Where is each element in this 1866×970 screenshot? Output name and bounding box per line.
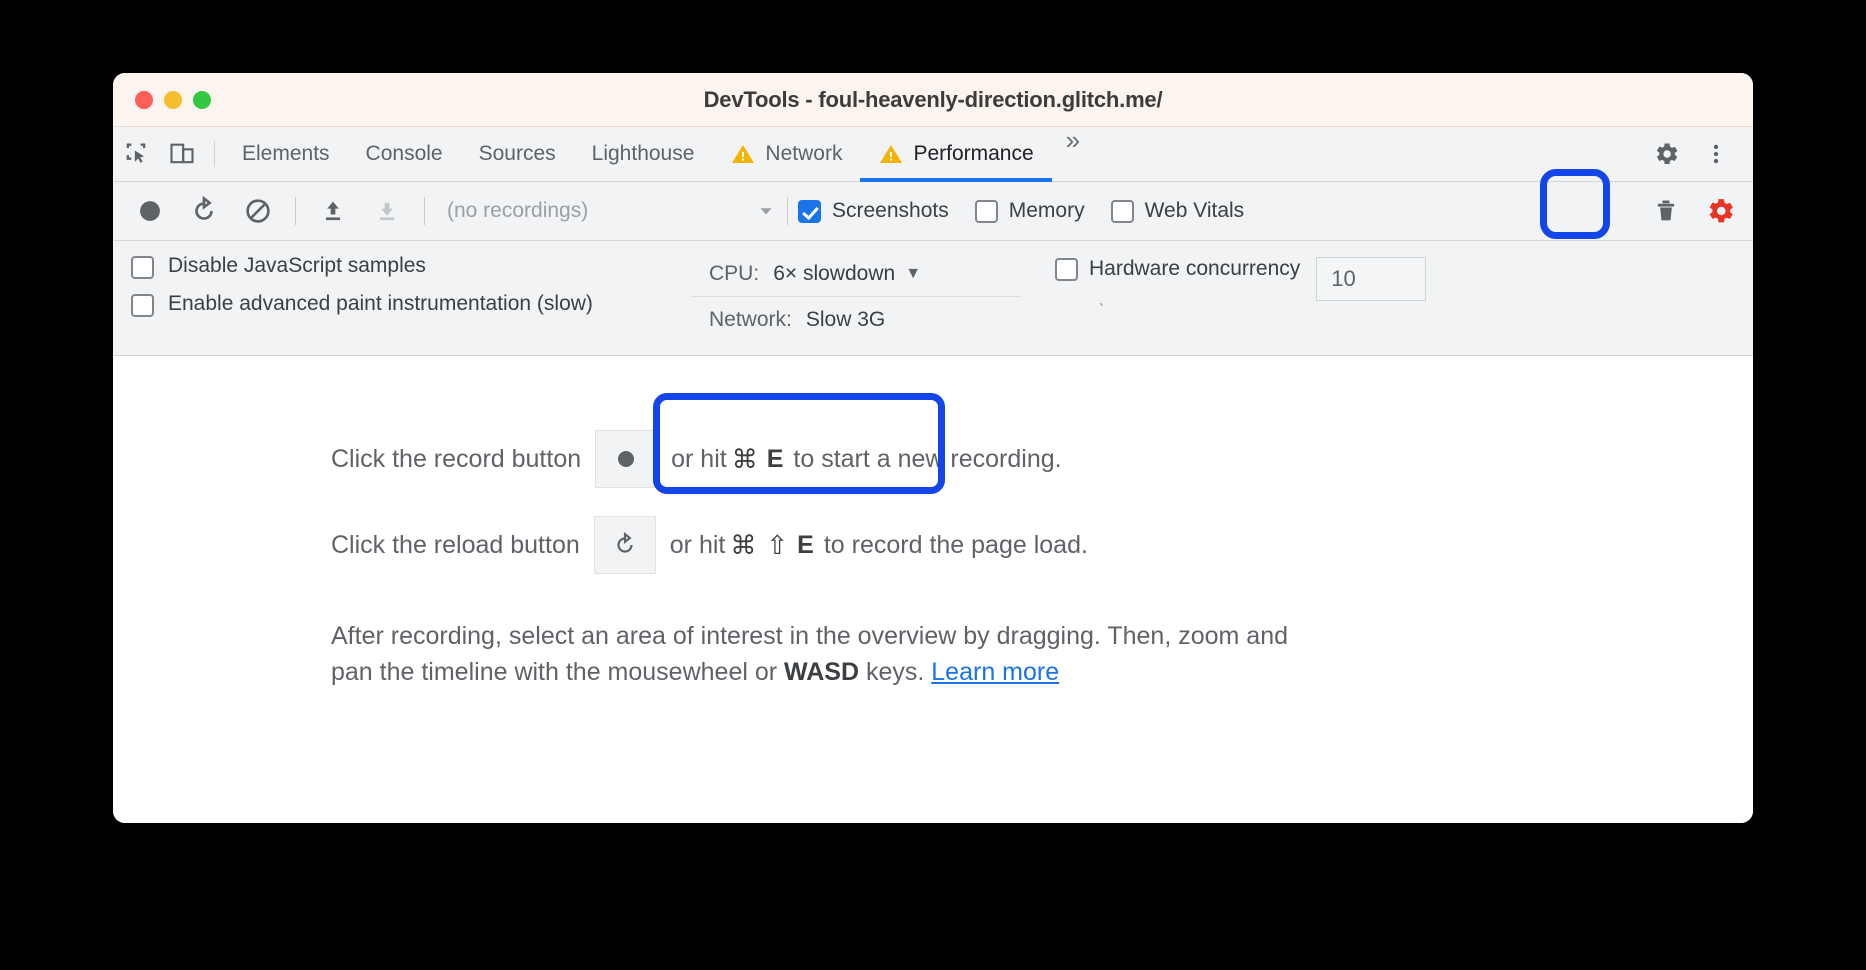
throttling-tick-mark: ˋ <box>1098 301 1105 323</box>
tab-lighthouse[interactable]: Lighthouse <box>574 127 713 181</box>
checkbox-memory[interactable]: Memory <box>974 199 1085 223</box>
checkbox-label: Hardware concurrency <box>1089 257 1301 280</box>
record-button[interactable] <box>123 188 177 234</box>
key-letter: E <box>797 530 814 559</box>
network-label: Network: <box>709 307 792 331</box>
checkbox-web-vitals[interactable]: Web Vitals <box>1110 199 1245 223</box>
hint-reload-suffix: to record the page load. <box>823 530 1088 559</box>
devtools-window: DevTools - foul-heavenly-direction.glitc… <box>113 73 1753 823</box>
checkbox-box <box>1055 257 1078 281</box>
key-shift: ⇧ <box>766 529 789 560</box>
trash-icon[interactable] <box>1639 188 1693 234</box>
traffic-lights <box>135 90 211 109</box>
maximize-window-button[interactable] <box>193 90 211 109</box>
checkbox-box <box>798 199 821 223</box>
warning-triangle-icon <box>878 142 904 166</box>
cpu-value: 6× slowdown <box>773 261 896 285</box>
load-profile-icon[interactable] <box>306 188 360 234</box>
toolbar-divider <box>295 197 296 225</box>
chevron-down-icon: ▼ <box>905 264 922 282</box>
tab-console[interactable]: Console <box>348 127 461 181</box>
tab-network[interactable]: Network <box>712 127 860 181</box>
reload-and-record-button[interactable] <box>177 188 231 234</box>
close-window-button[interactable] <box>135 90 153 109</box>
hardware-concurrency-input[interactable]: 10 <box>1316 257 1427 301</box>
toolbar-divider-3 <box>787 197 788 225</box>
hint-record-prefix: Click the record button <box>331 444 582 473</box>
checkbox-label: Enable advanced paint instrumentation (s… <box>168 292 593 316</box>
tab-elements[interactable]: Elements <box>224 127 348 181</box>
tabstrip-right-controls <box>1643 127 1753 181</box>
checkbox-box <box>131 294 154 318</box>
recordings-dropdown[interactable]: (no recordings) <box>435 199 777 223</box>
devtools-tabstrip: Elements Console Sources Lighthouse Netw… <box>113 127 1753 182</box>
hint-reload-middle: or hit <box>669 530 726 559</box>
record-circle-icon[interactable] <box>595 430 658 488</box>
throttling-controls: CPU: 6× slowdown ▼ Network: Slow 3G <box>691 249 1021 345</box>
device-toolbar-icon[interactable] <box>159 127 205 181</box>
hint-record-row: Click the record button or hit ⌘ E to st… <box>331 430 1753 488</box>
reload-icon[interactable] <box>593 516 656 574</box>
performance-toolbar: (no recordings) Screenshots Memory Web V… <box>113 182 1753 241</box>
inspect-element-icon[interactable] <box>113 127 159 181</box>
capture-settings-panel: Disable JavaScript samples Enable advanc… <box>113 241 1753 494</box>
tab-label: Performance <box>913 142 1034 165</box>
tab-sources[interactable]: Sources <box>461 127 574 181</box>
tab-label: Elements <box>242 142 330 165</box>
warning-triangle-icon <box>730 142 756 166</box>
minimize-window-button[interactable] <box>164 90 182 109</box>
performance-landing-panel: Click the record button or hit ⌘ E to st… <box>113 356 1753 823</box>
more-tabs-icon[interactable]: » <box>1052 127 1094 181</box>
checkbox-box <box>974 199 998 223</box>
tab-label: Console <box>365 142 443 165</box>
checkbox-disable-js-samples[interactable]: Disable JavaScript samples <box>131 253 691 279</box>
cpu-label: CPU: <box>709 261 760 285</box>
hardware-concurrency-group: Hardware concurrency 10 <box>1021 249 1427 345</box>
paragraph-part-2: keys. <box>859 658 932 687</box>
checkbox-hardware-concurrency[interactable]: Hardware concurrency <box>1055 257 1300 281</box>
key-letter: E <box>766 444 784 473</box>
checkbox-label: Web Vitals <box>1144 199 1245 222</box>
recordings-value: (no recordings) <box>447 199 589 222</box>
checkbox-screenshots[interactable]: Screenshots <box>798 199 949 223</box>
checkbox-box <box>131 256 154 279</box>
learn-more-link[interactable]: Learn more <box>931 658 1059 686</box>
hint-reload-prefix: Click the reload button <box>331 530 580 559</box>
tab-label: Network <box>765 142 843 165</box>
save-profile-icon[interactable] <box>360 188 414 234</box>
window-titlebar: DevTools - foul-heavenly-direction.glitc… <box>113 73 1753 127</box>
chevron-down-icon <box>755 200 777 222</box>
window-title: DevTools - foul-heavenly-direction.glitc… <box>703 86 1163 112</box>
toolbar-right-controls <box>1639 188 1753 234</box>
network-throttling-select[interactable]: Network: Slow 3G <box>691 296 1021 342</box>
checkbox-label: Screenshots <box>832 199 949 222</box>
clear-recording-button[interactable] <box>231 188 285 234</box>
checkbox-label: Disable JavaScript samples <box>168 254 426 277</box>
capture-settings-left: Disable JavaScript samples Enable advanc… <box>113 249 691 345</box>
hint-paragraph: After recording, select an area of inter… <box>331 618 1321 691</box>
checkbox-advanced-paint-instrumentation[interactable]: Enable advanced paint instrumentation (s… <box>131 291 691 318</box>
tabstrip-divider <box>214 141 215 167</box>
tab-performance[interactable]: Performance <box>860 127 1052 182</box>
gear-icon[interactable] <box>1643 139 1689 169</box>
checkbox-box <box>1110 199 1134 223</box>
key-command: ⌘ <box>731 443 758 474</box>
paragraph-bold-keys: WASD <box>784 658 860 687</box>
cpu-throttling-select[interactable]: CPU: 6× slowdown ▼ <box>691 251 1021 296</box>
capture-settings-gear-icon[interactable] <box>1693 188 1747 234</box>
network-value: Slow 3G <box>805 307 886 331</box>
hint-record-suffix: to start a new recording. <box>793 444 1062 473</box>
tab-label: Sources <box>478 142 556 165</box>
toolbar-divider-2 <box>424 197 425 225</box>
more-options-icon[interactable] <box>1693 139 1739 169</box>
tab-label: Lighthouse <box>591 142 695 165</box>
key-command: ⌘ <box>730 529 757 560</box>
hint-record-middle: or hit <box>671 444 727 473</box>
checkbox-label: Memory <box>1008 199 1085 222</box>
hint-reload-row: Click the reload button or hit ⌘ ⇧ E to … <box>331 516 1753 574</box>
